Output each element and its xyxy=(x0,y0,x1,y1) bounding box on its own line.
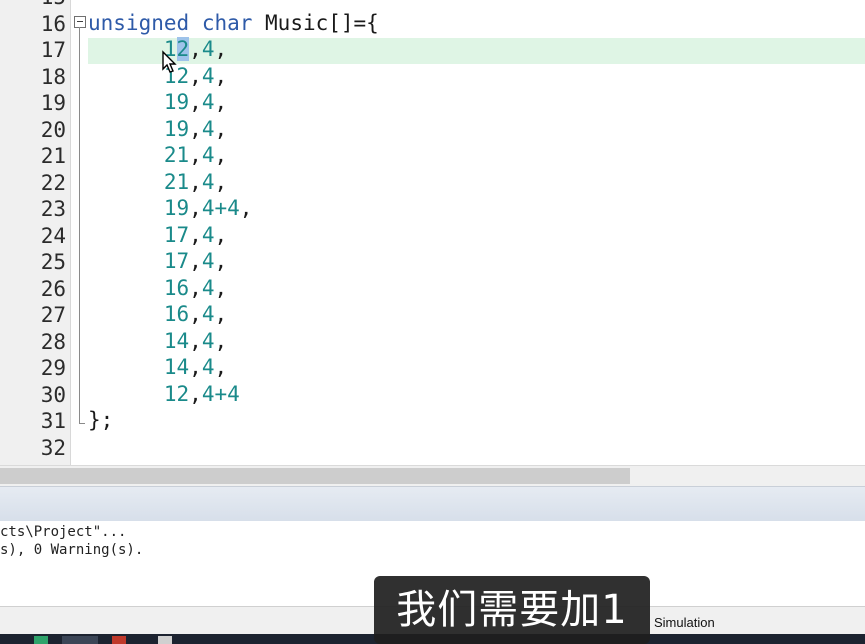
code-line[interactable]: 14,4, xyxy=(88,328,227,355)
line-number: 16 xyxy=(40,11,66,36)
line-number: 28 xyxy=(40,329,66,354)
note-value: 21 xyxy=(163,169,190,194)
duration-value: 4 xyxy=(201,116,215,141)
note-value: 12 xyxy=(163,381,190,406)
taskbar-app-icon[interactable] xyxy=(34,636,48,644)
code-line[interactable]: 19,4+4, xyxy=(88,195,253,222)
line-number: 29 xyxy=(40,356,66,380)
duration-value: 4+4 xyxy=(201,196,240,220)
code-line-close[interactable]: }; xyxy=(88,407,113,434)
duration-value: 4 xyxy=(201,275,215,300)
line-number: 17 xyxy=(40,38,66,62)
duration-value: 4 xyxy=(201,143,215,167)
note-value: 14 xyxy=(163,328,190,353)
row-separator: , xyxy=(214,249,228,273)
declaration-rest: Music[]={ xyxy=(252,11,379,35)
line-number: 24 xyxy=(40,223,66,248)
build-output-line: s), 0 Warning(s). xyxy=(0,542,144,558)
row-separator: , xyxy=(214,275,228,300)
note-value: 19 xyxy=(163,116,190,141)
row-separator: , xyxy=(214,328,228,353)
note-value: 14 xyxy=(163,355,190,379)
panel-splitter[interactable] xyxy=(0,486,865,522)
row-separator: , xyxy=(214,222,228,247)
code-line[interactable]: 19,4, xyxy=(88,89,227,116)
horizontal-scrollbar[interactable] xyxy=(0,465,865,486)
line-number: 23 xyxy=(40,197,66,221)
note-value: 17 xyxy=(163,222,190,247)
code-line[interactable]: 12,4+4 xyxy=(88,381,240,408)
keyword-unsigned: unsigned xyxy=(88,11,190,35)
build-output-line: cts\Project"... xyxy=(0,524,127,540)
line-number: 25 xyxy=(40,250,66,274)
line-number: 20 xyxy=(40,117,66,142)
code-line[interactable]: 14,4, xyxy=(88,354,227,381)
duration-value: 4+4 xyxy=(201,381,240,406)
row-separator: , xyxy=(214,37,228,61)
line-number: 19 xyxy=(40,91,66,115)
row-separator: , xyxy=(214,302,228,326)
row-separator: , xyxy=(214,63,228,88)
note-value: 19 xyxy=(163,90,190,114)
code-line[interactable]: 12,4, xyxy=(88,36,227,63)
fold-guide-end xyxy=(79,423,85,424)
code-line[interactable]: 17,4, xyxy=(88,248,227,275)
row-separator: , xyxy=(214,143,228,167)
code-line[interactable]: 12,4, xyxy=(88,63,227,90)
line-number: 27 xyxy=(40,303,66,327)
code-line[interactable]: 16,4, xyxy=(88,301,227,328)
code-line-declaration[interactable]: unsigned char Music[]={ xyxy=(88,10,379,37)
row-separator: , xyxy=(214,169,228,194)
code-line[interactable]: 21,4, xyxy=(88,142,227,169)
duration-value: 4 xyxy=(201,328,215,353)
line-number: 21 xyxy=(40,144,66,168)
taskbar-app-icon[interactable] xyxy=(112,636,126,644)
duration-value: 4 xyxy=(201,249,215,273)
code-editor[interactable]: 151617181920212223242526272829303132 uns… xyxy=(0,0,865,465)
code-line[interactable]: 17,4, xyxy=(88,222,227,249)
line-number: 30 xyxy=(40,382,66,407)
note-value: 17 xyxy=(163,249,190,273)
duration-value: 4 xyxy=(201,63,215,88)
duration-value: 4 xyxy=(201,302,215,326)
line-number: 18 xyxy=(40,64,66,89)
duration-value: 4 xyxy=(201,169,215,194)
fold-guide xyxy=(79,27,80,423)
row-separator: , xyxy=(239,196,253,220)
note-value: 19 xyxy=(163,196,190,220)
duration-value: 4 xyxy=(201,355,215,379)
taskbar-app-icon[interactable] xyxy=(62,636,98,644)
note-value: 16 xyxy=(163,302,190,326)
simulation-mode-label: Simulation xyxy=(654,615,715,630)
code-line[interactable]: 16,4, xyxy=(88,275,227,302)
fold-toggle-icon[interactable] xyxy=(74,16,86,28)
duration-value: 4 xyxy=(201,222,215,247)
code-line[interactable]: 19,4, xyxy=(88,116,227,143)
row-separator: , xyxy=(214,355,228,379)
line-number: 31 xyxy=(40,409,66,433)
taskbar-app-icon[interactable] xyxy=(158,636,172,644)
line-number: 32 xyxy=(40,435,66,460)
duration-value: 4 xyxy=(201,90,215,114)
video-subtitle: 我们需要加1 xyxy=(374,576,650,644)
note-value: 21 xyxy=(163,143,190,167)
row-separator: , xyxy=(214,116,228,141)
line-number: 15 xyxy=(0,0,66,11)
line-number: 22 xyxy=(40,170,66,195)
duration-value: 4 xyxy=(201,37,215,61)
note-value: 16 xyxy=(163,275,190,300)
scrollbar-thumb[interactable] xyxy=(0,468,630,484)
keyword-char: char xyxy=(201,11,253,35)
code-line[interactable]: 21,4, xyxy=(88,169,227,196)
line-number: 26 xyxy=(40,276,66,301)
row-separator: , xyxy=(214,90,228,114)
mouse-cursor-icon xyxy=(162,50,177,73)
